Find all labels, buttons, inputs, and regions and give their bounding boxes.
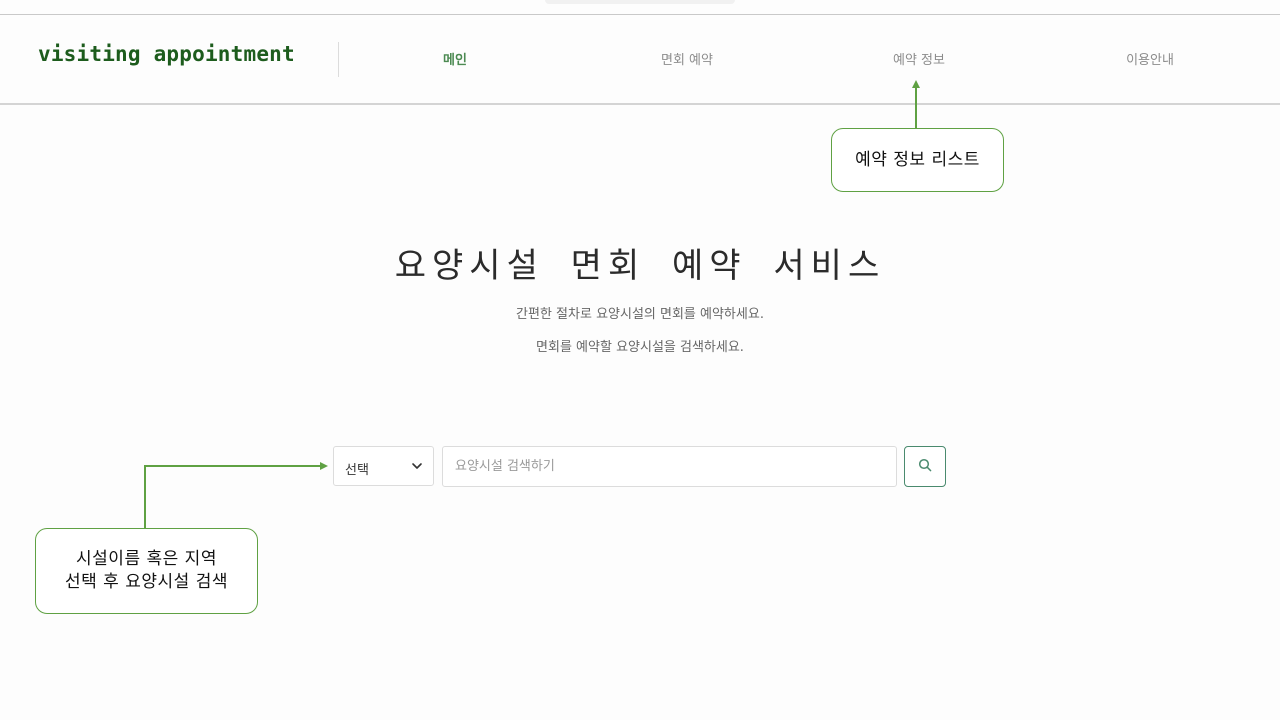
annotation-arrow-line: [915, 86, 917, 128]
nav-item-reservation-info[interactable]: 예약 정보: [893, 49, 945, 68]
nav-item-main[interactable]: 메인: [443, 49, 467, 68]
nav-item-visit-reservation[interactable]: 면회 예약: [661, 49, 713, 68]
annotation-search-hint-line-1: 시설이름 혹은 지역: [76, 549, 217, 569]
annotation-search-hint: 시설이름 혹은 지역 선택 후 요양시설 검색: [35, 528, 258, 614]
search-icon: [918, 458, 932, 475]
region-select-value: 선택: [345, 463, 369, 478]
browser-top-shadow: [545, 0, 735, 4]
annotation-reservation-list-text: 예약 정보 리스트: [855, 149, 980, 170]
search-button[interactable]: [904, 446, 946, 487]
header-divider: [338, 42, 339, 77]
chevron-down-icon: [411, 460, 423, 476]
region-select[interactable]: 선택: [333, 446, 434, 486]
facility-search-input[interactable]: [442, 446, 897, 487]
nav-item-usage-guide[interactable]: 이용안내: [1126, 49, 1174, 68]
annotation-arrow-line-vertical: [144, 465, 146, 529]
annotation-search-hint-line-2: 선택 후 요양시설 검색: [65, 572, 228, 592]
page-subtitle-1: 간편한 절차로 요양시설의 면회를 예약하세요.: [516, 307, 764, 322]
annotation-arrow-head-right: [320, 462, 328, 470]
annotation-arrow-line-horizontal: [144, 465, 321, 467]
page-subtitle-2: 면회를 예약할 요양시설을 검색하세요.: [536, 340, 744, 355]
annotation-reservation-list: 예약 정보 리스트: [831, 128, 1004, 192]
page-title: 요양시설 면회 예약 서비스: [394, 246, 886, 286]
site-logo[interactable]: visiting appointment: [38, 42, 295, 66]
site-header: visiting appointment 메인 면회 예약 예약 정보 이용안내: [0, 15, 1280, 105]
